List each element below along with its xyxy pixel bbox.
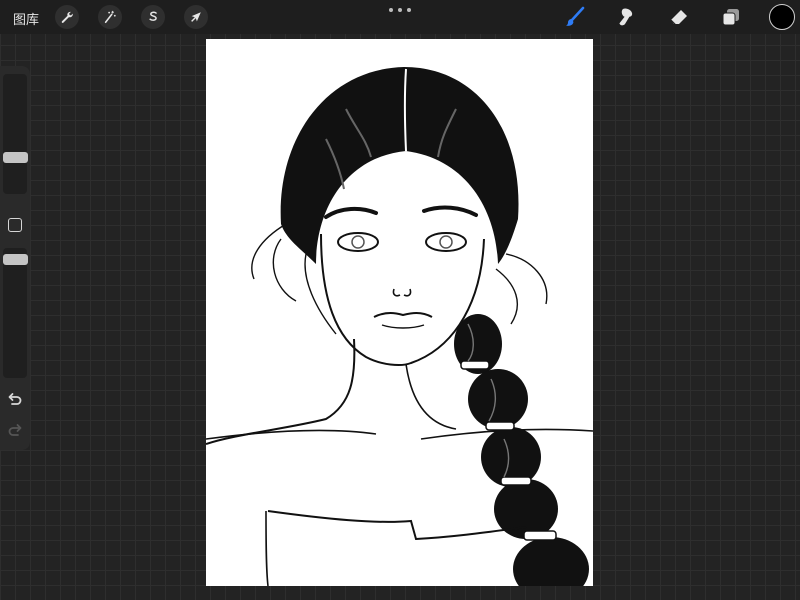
magic-wand-icon	[103, 10, 117, 24]
undo-button[interactable]	[6, 391, 24, 409]
smudge-tool-button[interactable]	[614, 5, 638, 29]
redo-button[interactable]	[6, 422, 24, 440]
transform-button[interactable]	[184, 5, 208, 29]
eraser-icon	[668, 6, 690, 28]
modify-button[interactable]	[8, 218, 22, 232]
left-sidebar	[0, 66, 30, 450]
brush-size-thumb[interactable]	[3, 152, 28, 164]
wrench-icon	[60, 10, 74, 24]
arrow-cursor-icon	[189, 10, 203, 24]
selection-button[interactable]	[141, 5, 165, 29]
more-options-button[interactable]	[389, 3, 411, 17]
brush-tool-button[interactable]	[563, 5, 587, 29]
brush-icon	[564, 6, 586, 28]
brush-size-slider[interactable]	[3, 74, 27, 194]
actions-button[interactable]	[55, 5, 79, 29]
drawing-canvas[interactable]	[206, 39, 593, 586]
undo-arrow-icon	[6, 391, 24, 413]
layers-button[interactable]	[719, 5, 743, 29]
eraser-tool-button[interactable]	[667, 5, 691, 29]
opacity-thumb[interactable]	[3, 253, 28, 265]
gallery-button[interactable]: 图库	[13, 9, 39, 28]
layers-icon	[720, 6, 742, 28]
portrait-sketch	[206, 67, 593, 586]
smudge-icon	[615, 6, 637, 28]
opacity-slider[interactable]	[3, 248, 27, 378]
ellipsis-icon	[389, 8, 393, 12]
redo-arrow-icon	[6, 422, 24, 444]
selection-s-icon	[146, 10, 160, 24]
adjustments-button[interactable]	[98, 5, 122, 29]
color-picker-button[interactable]	[769, 4, 795, 30]
top-toolbar: 图库	[0, 0, 800, 34]
